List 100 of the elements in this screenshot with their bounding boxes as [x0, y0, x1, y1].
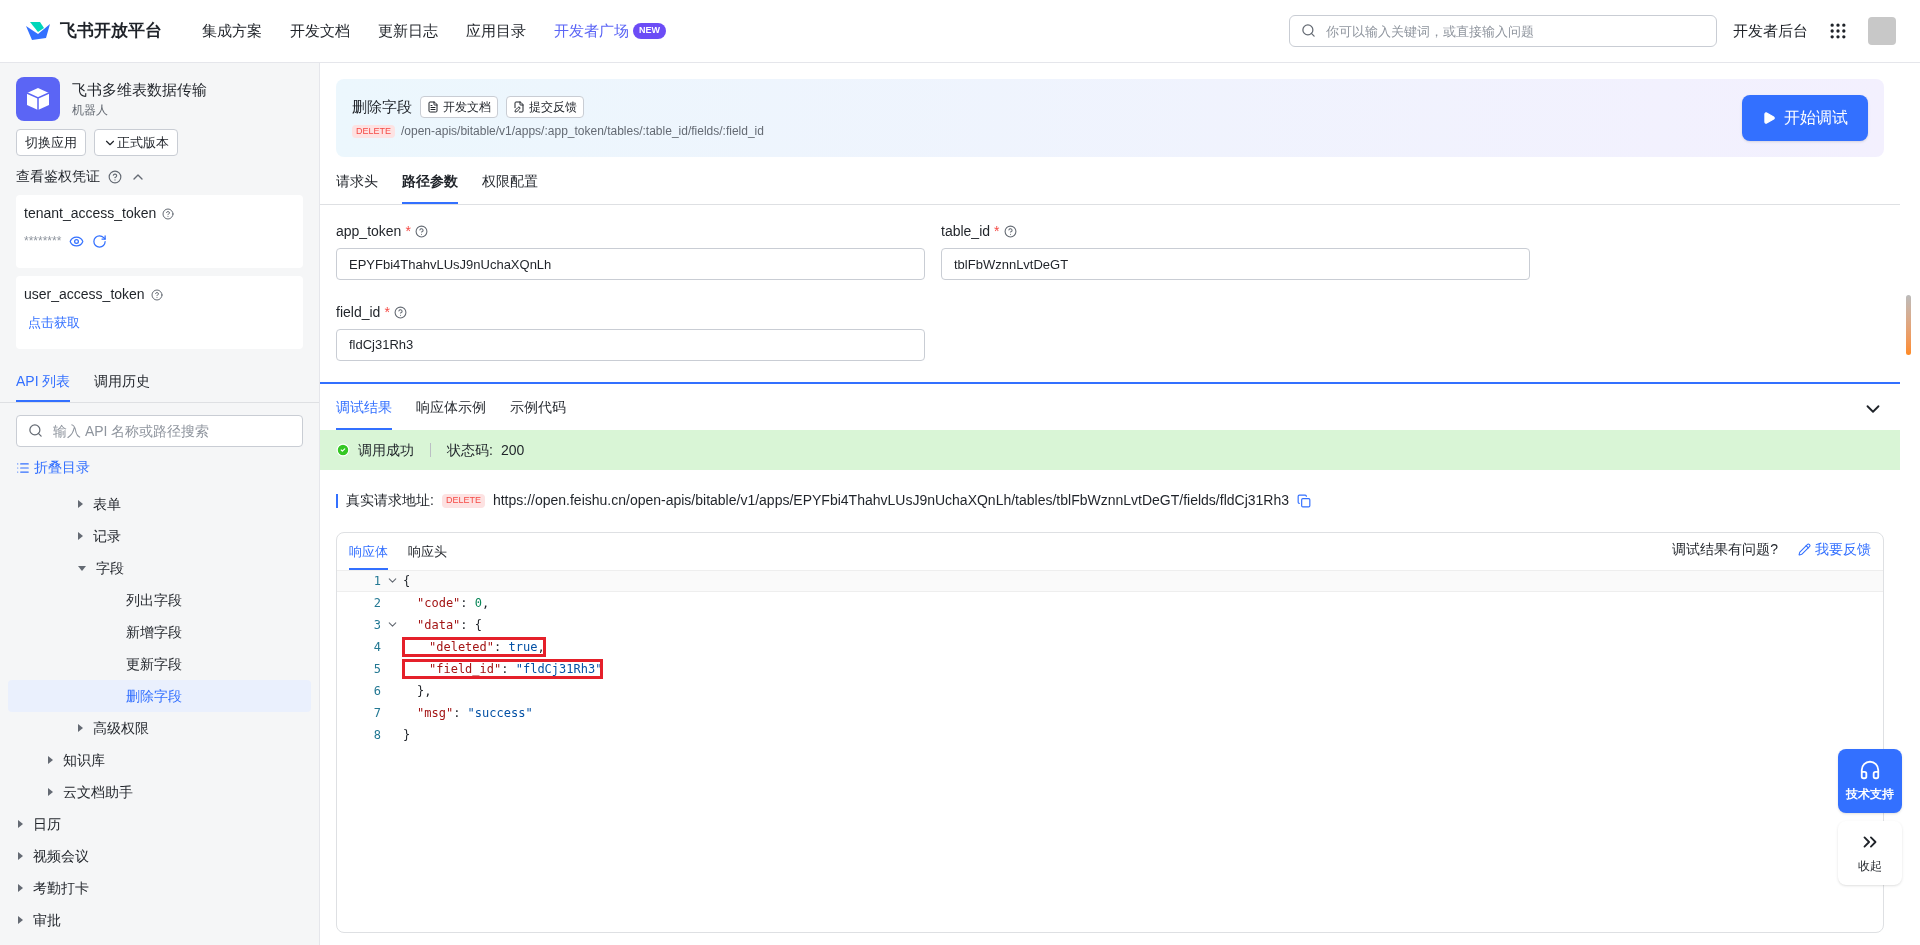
help-icon: [162, 207, 175, 220]
success-icon: [336, 443, 350, 458]
param-label: app_token: [336, 222, 402, 241]
api-title: 删除字段: [352, 96, 412, 117]
tree-item[interactable]: 新增字段: [8, 616, 311, 648]
scrollbar-thumb[interactable]: [1906, 295, 1911, 355]
new-badge: NEW: [633, 23, 666, 39]
tree-item[interactable]: 知识库: [8, 744, 311, 776]
param-label: field_id: [336, 302, 381, 322]
edit-document-icon: [513, 101, 525, 113]
tree-item[interactable]: 考勤打卡: [8, 872, 311, 904]
credentials-title: 查看鉴权凭证: [16, 167, 100, 186]
nav-link[interactable]: 应用目录: [466, 19, 526, 43]
nav-link[interactable]: 开发文档: [290, 19, 350, 43]
line-number: 2: [372, 594, 381, 612]
eye-icon[interactable]: [69, 233, 85, 249]
help-icon: [414, 225, 428, 238]
tree-item[interactable]: 日历: [8, 808, 311, 840]
code-line: "deleted": true,: [403, 637, 545, 656]
api-search-field[interactable]: 输入 API 名称或路径搜索: [16, 415, 303, 447]
apps-grid-icon[interactable]: [1828, 21, 1848, 41]
version-dropdown[interactable]: 正式版本: [94, 129, 178, 156]
tree-item[interactable]: 高级权限: [8, 712, 311, 744]
support-button[interactable]: 技术支持: [1838, 749, 1902, 813]
console-link[interactable]: 开发者后台: [1733, 19, 1808, 43]
code-line: }: [403, 726, 411, 744]
token-name: tenant_access_token: [24, 204, 157, 223]
play-icon: [1762, 111, 1776, 125]
response-tab[interactable]: 响应头: [408, 542, 447, 570]
document-icon: [427, 101, 439, 113]
token-name: user_access_token: [24, 285, 145, 304]
refresh-icon[interactable]: [92, 233, 108, 249]
param-input[interactable]: EPYFbi4ThahvLUsJ9nUchaXQnLh: [336, 248, 925, 280]
status-code: 200: [500, 440, 525, 460]
switch-app-button[interactable]: 切换应用: [16, 129, 86, 156]
help-icon: [150, 288, 163, 301]
param-input[interactable]: fldCj31Rh3: [336, 328, 925, 361]
search-icon: [28, 423, 43, 438]
search-field[interactable]: 你可以输入关键词，或直接输入问题: [1289, 15, 1717, 47]
result-tab[interactable]: 响应体示例: [416, 397, 486, 431]
tree-item[interactable]: 删除字段: [8, 680, 311, 712]
method-tag: DELETE: [441, 494, 485, 508]
masked-token: ********: [24, 233, 62, 250]
tree-item[interactable]: 表单: [8, 488, 311, 520]
status-message: 调用成功: [358, 440, 414, 460]
param-tab[interactable]: 路径参数: [402, 171, 458, 204]
brand-name[interactable]: 飞书开放平台: [60, 18, 162, 44]
request-url-label: 真实请求地址:: [346, 491, 434, 511]
line-number: 3: [372, 616, 381, 634]
api-path: /open-apis/bitable/v1/apps/:app_token/tables/:table_id/fields/:field_id: [401, 123, 764, 141]
code-line: "msg": "success": [416, 704, 533, 722]
request-url: https://open.feishu.cn/open-apis/bitable/v1/apps/EPYFbi4ThahvLUsJ9nUchaXQnLh/tables/tblFbWznnLvtDeGT/fields/fldCj31Rh3: [492, 491, 1289, 511]
sidebar-tab[interactable]: API 列表: [16, 371, 71, 402]
param-input[interactable]: tblFbWznnLvtDeGT: [941, 248, 1530, 280]
app-name: 飞书多维表数据传输: [72, 79, 207, 100]
tree-item[interactable]: 记录: [8, 520, 311, 552]
docs-button[interactable]: 开发文档: [420, 96, 498, 118]
help-icon: [108, 169, 122, 184]
feedback-link[interactable]: 我要反馈: [1798, 538, 1871, 570]
app-type: 机器人: [72, 102, 109, 120]
tree-item[interactable]: 字段: [8, 552, 311, 584]
tree-item[interactable]: 审批: [8, 904, 311, 936]
line-number: 4: [372, 638, 381, 656]
code-line: },: [416, 682, 432, 700]
collapse-button[interactable]: 收起: [1838, 821, 1902, 885]
param-label: table_id: [941, 222, 991, 241]
logo-icon: [24, 20, 52, 42]
nav-link[interactable]: 更新日志: [378, 19, 438, 43]
get-token-link[interactable]: 点击获取: [28, 313, 295, 333]
question-text: 调试结果有问题?: [1672, 539, 1778, 559]
param-tab[interactable]: 权限配置: [482, 171, 538, 204]
line-number: 5: [372, 660, 381, 678]
result-tab[interactable]: 示例代码: [510, 397, 566, 431]
app-icon: [16, 77, 60, 121]
status-code-label: 状态码:: [447, 440, 493, 460]
required-mark: *: [405, 222, 411, 241]
param-tab[interactable]: 请求头: [336, 171, 378, 204]
line-number: 6: [372, 682, 381, 700]
line-number: 8: [372, 726, 381, 744]
feedback-button[interactable]: 提交反馈: [506, 96, 584, 118]
nav-link[interactable]: 集成方案: [202, 19, 262, 43]
list-icon: [16, 460, 30, 475]
line-number: 1: [372, 572, 381, 590]
nav-link[interactable]: 开发者广场 NEW: [554, 19, 666, 43]
tree-item[interactable]: 视频会议: [8, 840, 311, 872]
line-number: 7: [372, 704, 381, 722]
required-mark: *: [994, 222, 1000, 241]
code-line: "field_id": "fldCj31Rh3": [403, 659, 603, 678]
pencil-icon: [1798, 542, 1811, 556]
code-line: "code": 0,: [416, 594, 490, 612]
sidebar-tab[interactable]: 调用历史: [94, 371, 151, 402]
search-icon: [1301, 23, 1316, 38]
tree-item[interactable]: 更新字段: [8, 648, 311, 680]
start-debug-button[interactable]: 开始调试: [1742, 95, 1868, 141]
collapse-all-button[interactable]: 折叠目录: [16, 457, 90, 478]
help-icon: [1003, 225, 1017, 238]
tree-item[interactable]: 云文档助手: [8, 776, 311, 808]
required-mark: *: [384, 302, 390, 322]
copy-icon[interactable]: [1297, 493, 1311, 508]
tree-item[interactable]: 列出字段: [8, 584, 311, 616]
